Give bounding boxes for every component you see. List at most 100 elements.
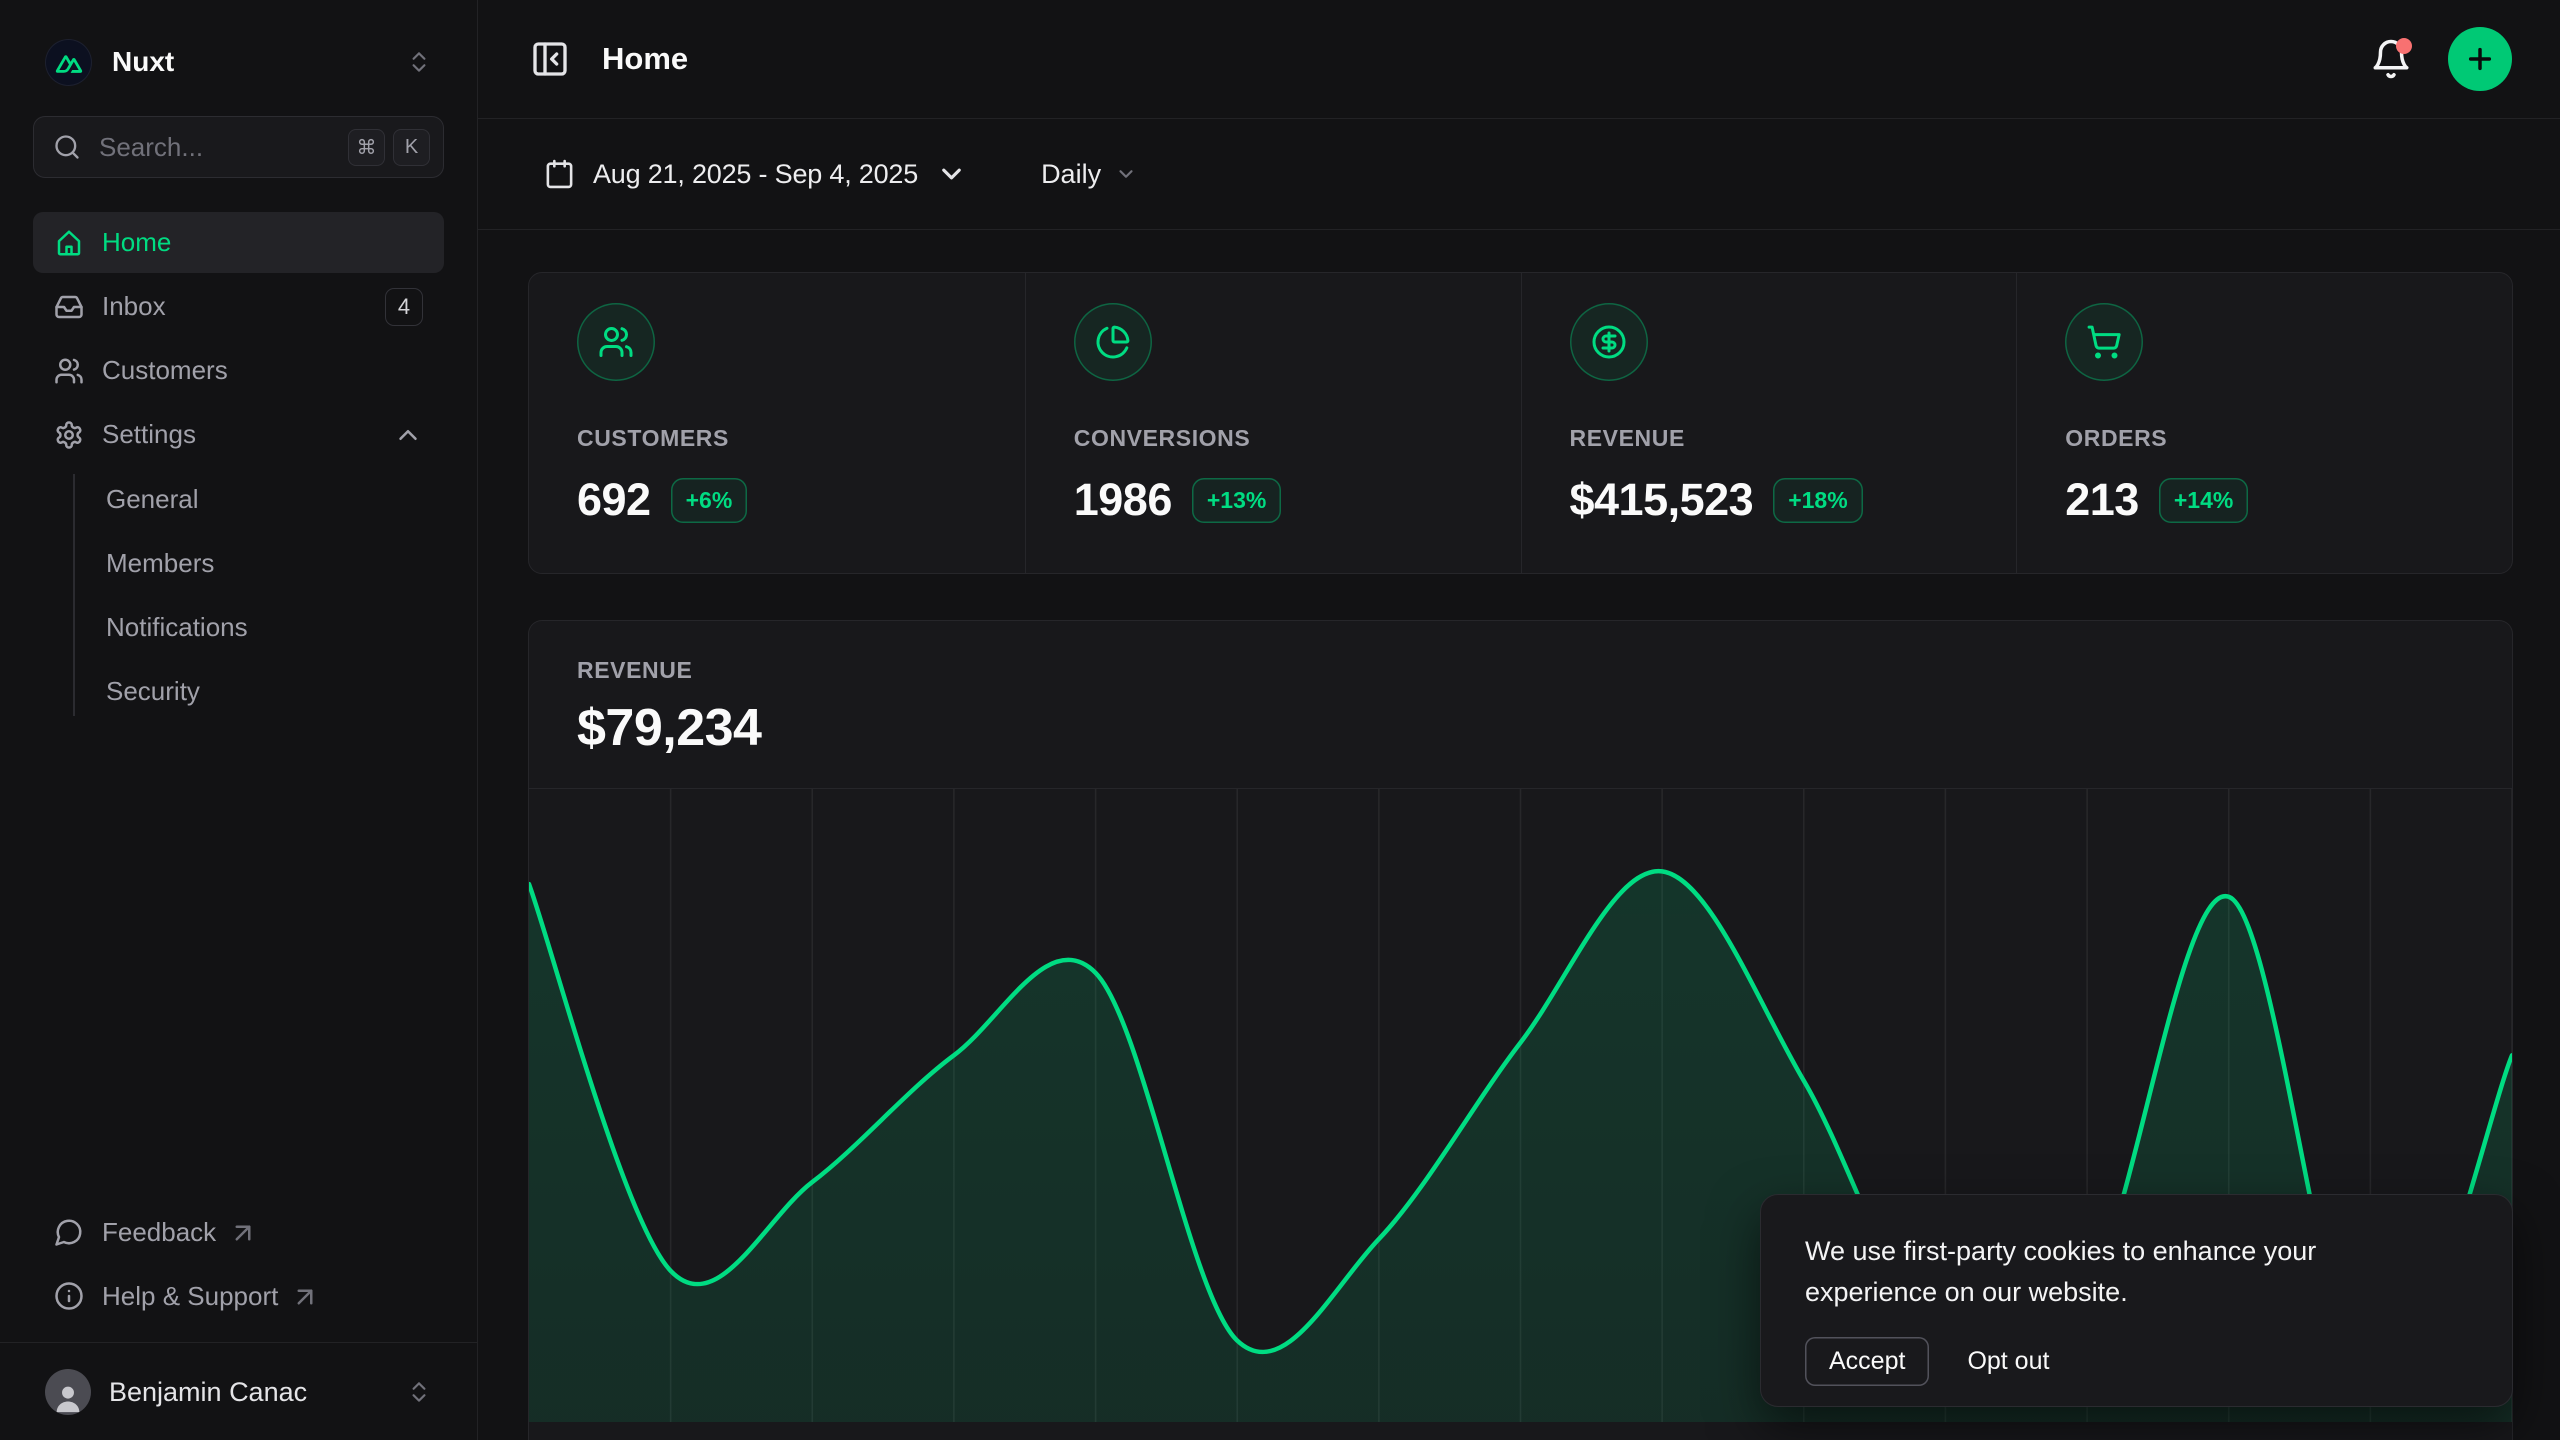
stat-delta-badge: +18%	[1773, 478, 1862, 523]
sidebar-nav: Home Inbox 4 Customers Settings GeneralMember…	[33, 212, 444, 722]
sidebar-item-general[interactable]: General	[33, 468, 444, 530]
cookie-message: We use first-party cookies to enhance yo…	[1805, 1231, 2405, 1313]
stat-value: 1986	[1074, 474, 1172, 526]
search-icon	[53, 133, 81, 161]
search-input[interactable]: Search... ⌘ K	[33, 116, 444, 178]
stat-icon-badge	[2065, 303, 2143, 381]
chevron-up-icon	[393, 420, 423, 450]
stat-label: REVENUE	[1570, 425, 1969, 452]
stat-value-row: $415,523 +18%	[1570, 474, 1969, 526]
stat-label: ORDERS	[2065, 425, 2464, 452]
stat-value: $415,523	[1570, 474, 1754, 526]
command-kbd: ⌘	[348, 129, 385, 166]
notification-dot	[2396, 38, 2412, 54]
team-name: Nuxt	[112, 46, 174, 78]
arrow-up-right-icon	[228, 1218, 258, 1248]
chevrons-up-down-icon	[406, 1379, 432, 1405]
filters-toolbar: Aug 21, 2025 - Sep 4, 2025 Daily	[478, 119, 2560, 230]
user-name: Benjamin Canac	[109, 1377, 307, 1408]
sidebar-item-settings[interactable]: Settings	[33, 404, 444, 465]
stats-card: CUSTOMERS 692 +6% CONVERSIONS 1986 +13% REVENU…	[528, 272, 2513, 574]
chevron-down-icon	[1115, 163, 1137, 185]
stat-value-row: 692 +6%	[577, 474, 977, 526]
stat-label: CONVERSIONS	[1074, 425, 1473, 452]
sidebar-item-notifications[interactable]: Notifications	[33, 596, 444, 658]
stat-cell-conversions: CONVERSIONS 1986 +13%	[1025, 273, 1521, 573]
user-section: Benjamin Canac	[0, 1342, 477, 1440]
header-actions	[2370, 27, 2512, 91]
sidebar-item-inbox[interactable]: Inbox 4	[33, 276, 444, 337]
sidebar: Nuxt Search... ⌘ K Home Inbox 4 Customers Se…	[0, 0, 478, 1440]
search-shortcut: ⌘ K	[348, 129, 430, 166]
add-button[interactable]	[2448, 27, 2512, 91]
plus-icon	[2464, 43, 2496, 75]
cookie-actions: Accept Opt out	[1805, 1337, 2468, 1386]
house-icon	[54, 228, 84, 258]
collapse-sidebar-button[interactable]	[530, 39, 570, 79]
user-menu[interactable]: Benjamin Canac	[33, 1357, 444, 1427]
search-placeholder: Search...	[99, 132, 330, 163]
settings-icon	[54, 420, 84, 450]
sidebar-item-label: Inbox	[102, 291, 166, 322]
sidebar-footer-links: Feedback Help & Support	[33, 1204, 444, 1342]
stat-icon-badge	[1074, 303, 1152, 381]
revenue-card-value: $79,234	[577, 698, 2464, 758]
nuxt-logo-icon	[45, 39, 92, 86]
sidebar-item-feedback[interactable]: Feedback	[33, 1204, 444, 1260]
info-icon	[54, 1281, 84, 1311]
sidebar-item-members[interactable]: Members	[33, 532, 444, 594]
sidebar-item-security[interactable]: Security	[33, 660, 444, 722]
inbox-icon	[54, 292, 84, 322]
sidebar-item-label: Feedback	[102, 1217, 216, 1248]
circle-dollar-icon	[1591, 324, 1627, 360]
stat-cell-customers: CUSTOMERS 692 +6%	[529, 273, 1025, 573]
arrow-up-right-icon	[290, 1282, 320, 1312]
calendar-icon	[544, 157, 575, 191]
optout-cookies-button[interactable]: Opt out	[1967, 1347, 2049, 1376]
stat-value-row: 1986 +13%	[1074, 474, 1473, 526]
sidebar-item-label: Help & Support	[102, 1281, 278, 1312]
date-range-label: Aug 21, 2025 - Sep 4, 2025	[593, 159, 918, 190]
stat-delta-badge: +13%	[1192, 478, 1281, 523]
revenue-card-label: REVENUE	[577, 657, 2464, 684]
revenue-card-header: REVENUE $79,234	[529, 621, 2512, 788]
stat-value: 213	[2065, 474, 2139, 526]
chevrons-up-down-icon	[406, 49, 432, 75]
stat-value: 692	[577, 474, 651, 526]
notifications-button[interactable]	[2370, 38, 2412, 80]
sidebar-item-label: Home	[102, 227, 171, 258]
cookie-banner: We use first-party cookies to enhance yo…	[1760, 1194, 2513, 1407]
stat-label: CUSTOMERS	[577, 425, 977, 452]
stat-value-row: 213 +14%	[2065, 474, 2464, 526]
stat-cell-orders: ORDERS 213 +14%	[2016, 273, 2512, 573]
sidebar-item-help-support[interactable]: Help & Support	[33, 1268, 444, 1324]
app-root: Nuxt Search... ⌘ K Home Inbox 4 Customers Se…	[0, 0, 2560, 1440]
accept-cookies-button[interactable]: Accept	[1805, 1337, 1929, 1386]
sidebar-item-home[interactable]: Home	[33, 212, 444, 273]
inbox-count-badge: 4	[385, 288, 423, 326]
k-kbd: K	[393, 129, 430, 166]
cart-icon	[2086, 324, 2122, 360]
team-switcher[interactable]: Nuxt	[33, 30, 444, 94]
stat-cell-revenue: REVENUE $415,523 +18%	[1521, 273, 2017, 573]
granularity-select[interactable]: Daily	[1027, 149, 1151, 200]
sidebar-item-customers[interactable]: Customers	[33, 340, 444, 401]
stat-delta-badge: +14%	[2159, 478, 2248, 523]
users-icon	[598, 324, 634, 360]
stat-icon-badge	[577, 303, 655, 381]
message-circle-icon	[54, 1217, 84, 1247]
sidebar-spacer	[33, 722, 444, 1204]
granularity-label: Daily	[1041, 159, 1101, 190]
chart-pie-icon	[1095, 324, 1131, 360]
sidebar-item-label: Settings	[102, 419, 196, 450]
stat-delta-badge: +6%	[671, 478, 748, 523]
avatar	[45, 1369, 91, 1415]
page-header: Home	[478, 0, 2560, 119]
stat-icon-badge	[1570, 303, 1648, 381]
chevron-down-icon	[936, 157, 967, 191]
page-title: Home	[602, 41, 688, 77]
sidebar-item-label: Customers	[102, 355, 228, 386]
sidebar-subnav-settings: GeneralMembersNotificationsSecurity	[33, 468, 444, 722]
date-range-picker[interactable]: Aug 21, 2025 - Sep 4, 2025	[528, 147, 983, 201]
users-icon	[54, 356, 84, 386]
